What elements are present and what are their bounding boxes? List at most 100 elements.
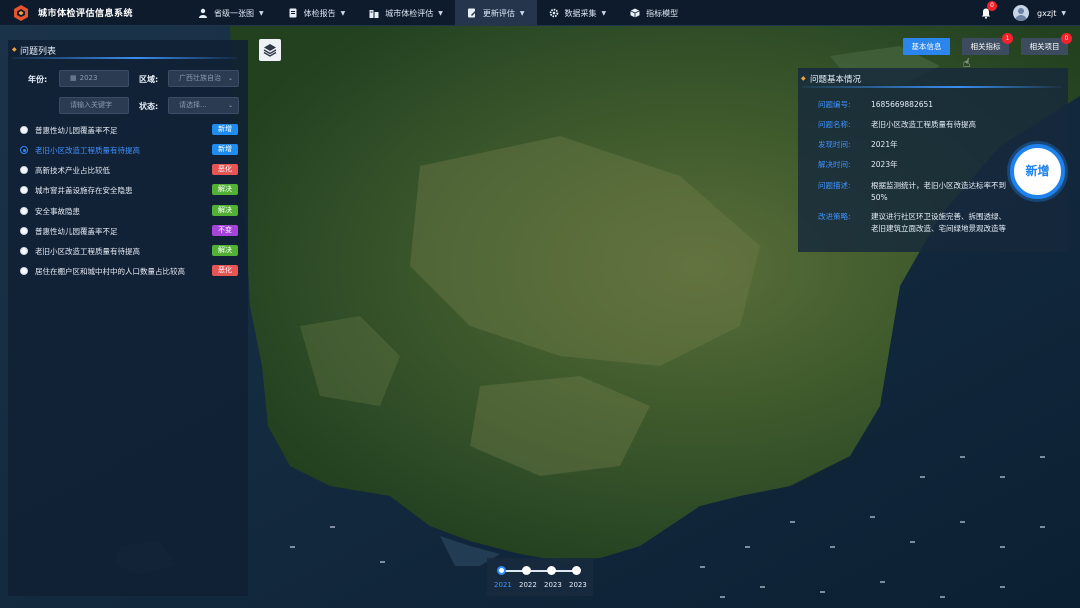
issue-title: 老旧小区改造工程质量有待提高 — [35, 145, 140, 155]
issue-title: 城市窨井盖设施存在安全隐患 — [35, 185, 133, 195]
cube-icon — [630, 8, 640, 18]
status-badge: 恶化 — [212, 164, 238, 175]
list-item[interactable]: 居住在棚户区和城中村中的人口数量占比较高 恶化 — [20, 264, 240, 278]
notification-count-badge: 0 — [987, 1, 997, 11]
issue-title: 老旧小区改造工程质量有待提高 — [35, 246, 140, 256]
layers-button[interactable] — [259, 39, 281, 61]
nav-item-indicator-model[interactable]: 指标模型 — [618, 0, 690, 26]
region-value: 广西壮族自治 — [179, 74, 221, 82]
timeline-year-label[interactable]: 2023 — [569, 581, 587, 589]
nav-item-update-assessment[interactable]: 更新评估 ▼ — [454, 0, 537, 26]
info-key: 问题名称: — [818, 120, 851, 129]
status-badge: 新增 — [212, 124, 238, 135]
status-badge: 不变 — [212, 225, 238, 236]
chevron-down-icon: ▼ — [340, 9, 346, 17]
chevron-down-icon: ▼ — [259, 9, 264, 17]
issue-title: 普惠性幼儿园覆盖率不足 — [35, 125, 118, 135]
notification-bell-icon[interactable]: 0 — [979, 1, 997, 20]
region-select[interactable]: 广西壮族自治 ⌄ — [168, 70, 239, 87]
search-placeholder: 请输入关键字 — [70, 101, 112, 109]
tab-count-badge: 1 — [1002, 33, 1013, 44]
chevron-down-icon[interactable]: ▼ — [1061, 10, 1066, 17]
tab-related-indicators[interactable]: 相关指标 1 — [962, 33, 1013, 55]
chevron-down-icon: ▼ — [519, 9, 525, 17]
panel-header: ◆ 问题列表 — [8, 40, 248, 60]
year-timeline: 2021 2022 2023 2023 — [487, 558, 593, 596]
nav-label: 省级一张图 — [214, 8, 254, 18]
username[interactable]: gxzjt — [1037, 9, 1056, 18]
radio-button[interactable] — [20, 186, 28, 194]
nav-label: 数据采集 — [564, 8, 597, 18]
status-placeholder: 请选择... — [179, 101, 207, 109]
search-input[interactable]: 请输入关键字 — [59, 97, 129, 114]
radio-button[interactable] — [20, 126, 28, 134]
nav-item-data-collection[interactable]: 数据采集 ▼ — [537, 0, 619, 26]
status-label: 状态: — [139, 102, 159, 111]
list-item[interactable]: 老旧小区改造工程质量有待提高 解决 — [20, 244, 240, 258]
radio-button[interactable] — [20, 247, 28, 255]
status-select[interactable]: 请选择... ⌄ — [168, 97, 239, 114]
status-badge: 恶化 — [212, 265, 238, 276]
list-item[interactable]: 普惠性幼儿园覆盖率不足 新增 — [20, 123, 240, 137]
header-underline — [12, 57, 238, 59]
radio-button[interactable] — [20, 207, 28, 215]
nav-label: 更新评估 — [482, 8, 515, 18]
report-icon — [288, 8, 298, 18]
list-item-selected[interactable]: 老旧小区改造工程质量有待提高 新增 — [20, 143, 240, 157]
user-icon — [198, 8, 208, 18]
chevron-down-icon: ▼ — [438, 9, 443, 17]
timeline-dot[interactable] — [522, 566, 531, 575]
nav-item-province-map[interactable]: 省级一张图 ▼ — [186, 0, 276, 26]
app-title: 城市体检评估信息系统 — [38, 9, 134, 19]
timeline-year-label[interactable]: 2023 — [544, 581, 562, 589]
timeline-dot[interactable] — [497, 566, 506, 575]
timeline-year-label[interactable]: 2022 — [519, 581, 537, 589]
tab-related-projects[interactable]: 相关项目 0 — [1021, 33, 1072, 55]
status-badge: 解决 — [212, 184, 238, 195]
top-navbar: 城市体检评估信息系统 省级一张图 ▼ 体检报告 ▼ 城市体检评估 ▼ 更新评估 … — [0, 0, 1080, 26]
info-key: 改进策略: — [818, 212, 851, 221]
info-key: 问题描述: — [818, 181, 851, 190]
main-nav: 省级一张图 ▼ 体检报告 ▼ 城市体检评估 ▼ 更新评估 ▼ 数据采集 ▼ 指标… — [186, 0, 690, 26]
tab-label: 相关项目 — [1029, 42, 1060, 51]
list-item[interactable]: 高新技术产业占比较低 恶化 — [20, 163, 240, 177]
user-area: 0 gxzjt ▼ — [979, 0, 1066, 26]
hand-cursor-icon: ☝ — [963, 56, 971, 70]
building-icon — [369, 8, 379, 18]
header-decoration-icon: ◆ — [12, 46, 17, 53]
timeline-dot[interactable] — [547, 566, 556, 575]
radio-button[interactable] — [20, 267, 28, 275]
status-badge: 新增 — [212, 144, 238, 155]
add-button[interactable]: 新增 — [1010, 144, 1065, 199]
year-picker[interactable]: ▦ 2023 — [59, 70, 129, 87]
list-item[interactable]: 安全事故隐患 解决 — [20, 204, 240, 218]
panel-title: 问题列表 — [20, 47, 57, 57]
year-value: 2023 — [79, 74, 98, 82]
issue-title: 高新技术产业占比较低 — [35, 165, 110, 175]
radio-button[interactable] — [20, 227, 28, 235]
info-value: 根据监测统计，老旧小区改造达标率不到50% — [871, 181, 1006, 202]
nav-item-city-assessment[interactable]: 城市体检评估 ▼ — [357, 0, 455, 26]
app-logo-icon — [12, 4, 30, 22]
info-key: 解决时间: — [818, 160, 851, 169]
radio-button[interactable] — [20, 166, 28, 174]
issue-title: 普惠性幼儿园覆盖率不足 — [35, 226, 118, 236]
info-value: 建议进行社区环卫设施完善、拆围透绿、老旧建筑立面改造、宅间绿地景观改造等 — [871, 212, 1006, 233]
chevron-down-icon: ⌄ — [227, 75, 233, 82]
timeline-year-label[interactable]: 2021 — [494, 581, 512, 589]
chevron-down-icon: ▼ — [601, 9, 607, 17]
info-value: 2021年 — [871, 140, 898, 149]
radio-button[interactable] — [20, 146, 28, 154]
status-badge: 解决 — [212, 245, 238, 256]
gear-icon — [549, 8, 559, 18]
header-decoration-icon: ◆ — [801, 75, 806, 82]
info-header: ◆ 问题基本情况 — [798, 70, 1068, 88]
header-underline — [802, 86, 1062, 88]
list-item[interactable]: 城市窨井盖设施存在安全隐患 解决 — [20, 183, 240, 197]
nav-item-report[interactable]: 体检报告 ▼ — [276, 0, 358, 26]
timeline-dot[interactable] — [572, 566, 581, 575]
avatar[interactable] — [1013, 5, 1029, 21]
tab-basic-info[interactable]: 基本信息 — [903, 38, 950, 55]
timeline-track — [501, 570, 577, 572]
list-item[interactable]: 普惠性幼儿园覆盖率不足 不变 — [20, 224, 240, 238]
